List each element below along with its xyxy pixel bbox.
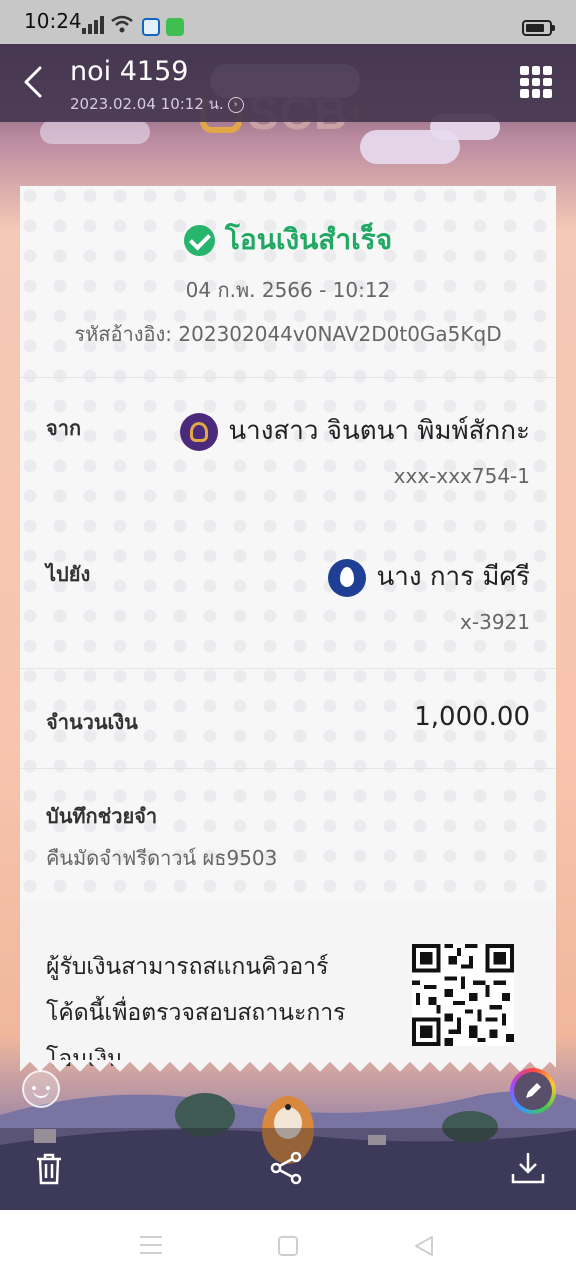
- grid-menu-icon[interactable]: [520, 66, 552, 98]
- to-account: x-3921: [460, 610, 530, 634]
- emoji-button[interactable]: [22, 1070, 60, 1108]
- wifi-icon: [111, 15, 133, 33]
- image-viewer-toolbar: [0, 1128, 576, 1210]
- slip-header: โอนเงินสำเร็จ 04 ก.พ. 2566 - 10:12 รหัสอ…: [20, 186, 556, 378]
- edit-button[interactable]: [510, 1068, 556, 1114]
- qr-section: ผู้รับเงินสามารถสแกนคิวอาร์ โค้ดนี้เพื่อ…: [20, 902, 556, 1072]
- qr-code: [412, 944, 514, 1046]
- from-label: จาก: [46, 416, 82, 440]
- back-arrow-icon[interactable]: [18, 62, 52, 102]
- success-text: โอนเงินสำเร็จ: [224, 223, 393, 256]
- line-notification-icon: [166, 18, 184, 36]
- chat-date[interactable]: 2023.02.04 10:12 น. ›: [70, 92, 244, 116]
- memo-text: คืนมัดจำฟรีดาวน์ ผธ9503: [46, 846, 278, 870]
- chevron-right-icon: ›: [227, 96, 244, 113]
- scb-bank-icon: [180, 412, 219, 451]
- memo-label: บันทึกช่วยจำ: [46, 804, 158, 828]
- amount-value: 1,000.00: [414, 702, 530, 732]
- system-nav-bar: [0, 1210, 576, 1280]
- recent-apps-icon[interactable]: [140, 1236, 162, 1254]
- download-icon[interactable]: [510, 1150, 546, 1186]
- bangkok-bank-icon: [328, 558, 367, 597]
- success-status: โอนเงินสำเร็จ: [20, 218, 556, 262]
- to-label: ไปยัง: [46, 562, 91, 586]
- trash-icon[interactable]: [34, 1152, 64, 1186]
- transfer-datetime: 04 ก.พ. 2566 - 10:12: [185, 278, 391, 302]
- from-account: xxx-xxx754-1: [393, 464, 530, 488]
- from-name: นางสาว จินตนา พิมพ์สักกะ: [180, 410, 530, 451]
- transfer-slip: โอนเงินสำเร็จ 04 ก.พ. 2566 - 10:12 รหัสอ…: [20, 186, 556, 902]
- amount-label: จำนวนเงิน: [46, 710, 138, 734]
- reference-number: รหัสอ้างอิง: 202302044v0NAV2D0t0Ga5KqD: [74, 322, 502, 346]
- divider: [20, 668, 556, 669]
- divider: [20, 768, 556, 769]
- check-circle-icon: [183, 224, 215, 256]
- chat-header: noi 4159 2023.02.04 10:12 น. ›: [0, 44, 576, 122]
- signal-icon: [82, 16, 104, 34]
- chat-title: noi 4159: [70, 56, 189, 87]
- status-time: 10:24: [24, 9, 82, 33]
- home-icon[interactable]: [278, 1236, 298, 1256]
- back-triangle-icon[interactable]: [412, 1234, 436, 1258]
- app-notification-icon: [142, 18, 160, 36]
- status-bar: 10:24: [0, 0, 576, 44]
- share-icon[interactable]: [268, 1150, 304, 1186]
- slip-zigzag-edge: [20, 1060, 556, 1076]
- battery-icon: [522, 20, 555, 36]
- pencil-icon: [526, 1083, 541, 1098]
- to-name: นาง การ มีศรี: [328, 556, 530, 597]
